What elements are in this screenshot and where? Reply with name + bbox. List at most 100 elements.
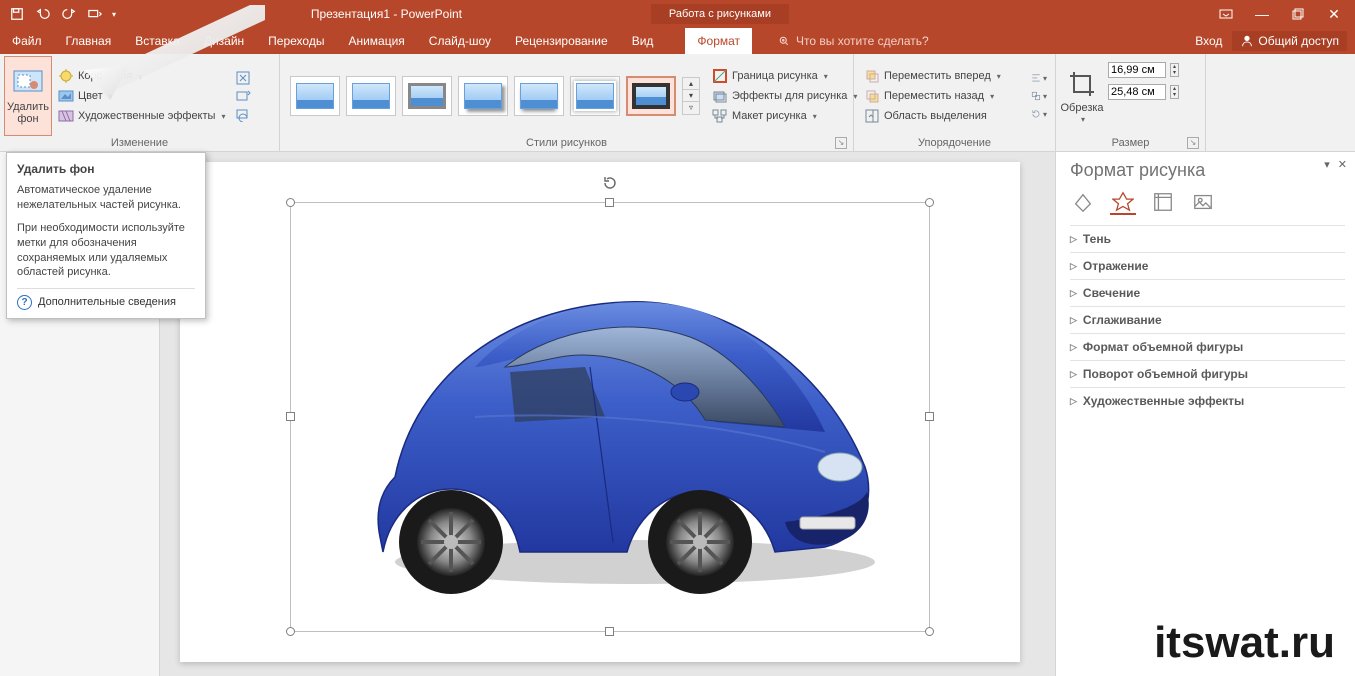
send-backward-button[interactable]: Переместить назад▾ <box>862 87 1023 105</box>
size-launcher[interactable]: ↘ <box>1187 137 1199 149</box>
rotate-handle[interactable] <box>602 175 618 191</box>
corrections-button[interactable]: Коррекция▾ <box>56 67 227 85</box>
picture-tab-icon[interactable] <box>1190 189 1216 215</box>
tab-insert[interactable]: Вставка <box>123 28 192 54</box>
style-thumb[interactable] <box>346 76 396 116</box>
format-accordion-item[interactable]: ▷Художественные эффекты <box>1070 387 1345 414</box>
align-icon[interactable]: ▾ <box>1031 70 1047 86</box>
share-label: Общий доступ <box>1258 34 1339 48</box>
restore-button[interactable] <box>1281 3 1315 25</box>
start-from-beginning-icon[interactable] <box>84 3 106 25</box>
tooltip-text-1: Автоматическое удаление нежелательных ча… <box>17 183 195 213</box>
tab-home[interactable]: Главная <box>54 28 124 54</box>
bring-forward-button[interactable]: Переместить вперед▾ <box>862 67 1023 85</box>
layout-icon <box>712 108 728 124</box>
tooltip-title: Удалить фон <box>17 161 195 177</box>
redo-icon[interactable] <box>58 3 80 25</box>
styles-launcher[interactable]: ↘ <box>835 137 847 149</box>
style-thumb[interactable] <box>514 76 564 116</box>
artistic-effects-button[interactable]: Художественные эффекты▾ <box>56 107 227 125</box>
tab-view[interactable]: Вид <box>620 28 666 54</box>
tooltip-text-2: При необходимости используйте метки для … <box>17 221 195 280</box>
picture-styles-gallery[interactable]: ▴▾▿ <box>284 56 706 136</box>
format-accordion-item[interactable]: ▷Сглаживание <box>1070 306 1345 333</box>
compress-pictures-icon[interactable] <box>235 70 251 86</box>
tab-transitions[interactable]: Переходы <box>256 28 336 54</box>
tell-me-search[interactable]: Что вы хотите сделать? <box>752 28 1195 54</box>
crop-icon <box>1066 68 1098 100</box>
resize-handle[interactable] <box>925 412 934 421</box>
tooltip-help-link[interactable]: ? Дополнительные сведения <box>17 288 195 310</box>
watermark: itswat.ru <box>1154 618 1335 668</box>
format-accordion-item[interactable]: ▷Формат объемной фигуры <box>1070 333 1345 360</box>
rotate-icon[interactable]: ▾ <box>1031 106 1047 122</box>
remove-bg-label: Удалить фон <box>7 101 49 125</box>
style-thumb[interactable] <box>570 76 620 116</box>
fill-tab-icon[interactable] <box>1070 189 1096 215</box>
tab-review[interactable]: Рецензирование <box>503 28 620 54</box>
tab-animations[interactable]: Анимация <box>336 28 416 54</box>
style-thumb[interactable] <box>626 76 676 116</box>
group-icon[interactable]: ▾ <box>1031 88 1047 104</box>
width-input[interactable]: ▴▾ <box>1104 84 1179 100</box>
height-input[interactable]: ▴▾ <box>1104 62 1179 78</box>
corrections-icon <box>58 68 74 84</box>
format-accordion-item[interactable]: ▷Отражение <box>1070 252 1345 279</box>
gallery-scroll[interactable]: ▴▾▿ <box>682 77 700 115</box>
share-button[interactable]: Общий доступ <box>1232 31 1347 51</box>
tab-file[interactable]: Файл <box>0 28 54 54</box>
picture-border-button[interactable]: Граница рисунка▾ <box>710 67 859 85</box>
color-button[interactable]: Цвет▾ <box>56 87 227 105</box>
chevron-right-icon: ▷ <box>1070 261 1077 272</box>
crop-button[interactable]: Обрезка ▾ <box>1060 56 1104 136</box>
tab-slideshow[interactable]: Слайд-шоу <box>417 28 503 54</box>
minimize-button[interactable]: — <box>1245 3 1279 25</box>
format-pane-title: Формат рисунка <box>1070 160 1345 181</box>
remove-background-tooltip: Удалить фон Автоматическое удаление неже… <box>6 152 206 319</box>
slide[interactable] <box>180 162 1020 662</box>
ribbon-display-icon[interactable] <box>1209 3 1243 25</box>
size-tab-icon[interactable] <box>1150 189 1176 215</box>
change-picture-icon[interactable] <box>235 88 251 104</box>
chevron-right-icon: ▷ <box>1070 342 1077 353</box>
signin-button[interactable]: Вход <box>1195 34 1222 48</box>
pane-options-icon[interactable]: ▾ <box>1324 158 1330 171</box>
format-accordion-item[interactable]: ▷Поворот объемной фигуры <box>1070 360 1345 387</box>
picture-layout-button[interactable]: Макет рисунка▾ <box>710 107 859 125</box>
resize-handle[interactable] <box>286 412 295 421</box>
tab-format[interactable]: Формат <box>685 28 752 54</box>
format-accordion-item[interactable]: ▷Тень <box>1070 225 1345 252</box>
color-icon <box>58 88 74 104</box>
qat-customize-icon[interactable]: ▾ <box>112 10 116 19</box>
pane-close-button[interactable]: ✕ <box>1338 158 1347 171</box>
tab-design[interactable]: Дизайн <box>192 28 256 54</box>
group-arrange-label: Упорядочение <box>858 136 1051 151</box>
format-picture-pane: ▾ ✕ Формат рисунка ▷Тень▷Отражение▷Свече… <box>1055 152 1355 676</box>
picture-effects-button[interactable]: Эффекты для рисунка▾ <box>710 87 859 105</box>
resize-handle[interactable] <box>925 627 934 636</box>
style-thumb[interactable] <box>458 76 508 116</box>
slide-canvas[interactable] <box>160 152 1055 676</box>
resize-handle[interactable] <box>605 198 614 207</box>
style-thumb[interactable] <box>290 76 340 116</box>
chevron-right-icon: ▷ <box>1070 234 1077 245</box>
resize-handle[interactable] <box>286 198 295 207</box>
selection-pane-button[interactable]: Область выделения <box>862 107 1023 125</box>
close-button[interactable]: ✕ <box>1317 3 1351 25</box>
reset-picture-icon[interactable] <box>235 106 251 122</box>
group-styles-label: Стили рисунков <box>526 137 607 149</box>
remove-background-button[interactable]: Удалить фон <box>4 56 52 136</box>
height-field[interactable] <box>1108 62 1166 78</box>
format-accordion-item[interactable]: ▷Свечение <box>1070 279 1345 306</box>
style-thumb[interactable] <box>402 76 452 116</box>
undo-icon[interactable] <box>32 3 54 25</box>
resize-handle[interactable] <box>925 198 934 207</box>
effects-tab-icon[interactable] <box>1110 189 1136 215</box>
resize-handle[interactable] <box>605 627 614 636</box>
save-icon[interactable] <box>6 3 28 25</box>
car-picture[interactable] <box>355 217 900 607</box>
resize-handle[interactable] <box>286 627 295 636</box>
group-change-label: Изменение <box>4 136 275 151</box>
width-field[interactable] <box>1108 84 1166 100</box>
group-size-label: Размер <box>1112 137 1150 149</box>
